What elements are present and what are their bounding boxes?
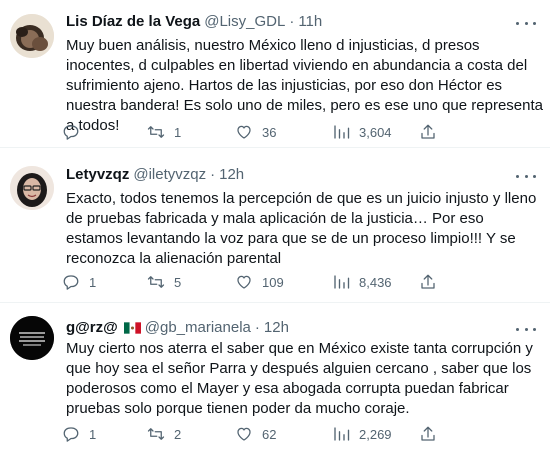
like-icon [237,125,251,139]
share-icon [421,124,435,139]
more-icon[interactable] [516,171,536,181]
avatar[interactable] [10,316,54,360]
share-button[interactable] [419,424,437,444]
like-count: 36 [262,124,277,140]
timestamp[interactable]: 12h [264,318,289,338]
avatar[interactable] [10,14,54,58]
retweet-icon [147,126,165,138]
mexico-flag-icon [123,322,141,334]
timestamp[interactable]: 12h [219,165,244,185]
retweet-button[interactable]: 5 [147,272,181,292]
tweet[interactable]: Lis Díaz de la Vega @Lisy_GDL · 11h Muy … [0,0,550,148]
reply-count: 1 [89,274,97,290]
tweet-text: Muy cierto nos aterra el saber que en Mé… [66,340,533,417]
like-button[interactable]: 62 [235,424,276,444]
like-count: 62 [262,426,277,442]
views-icon [334,125,350,139]
tweet-text: Muy buen análisis, nuestro México lleno … [66,37,543,134]
separator-dot: · [210,166,216,183]
retweet-count: 2 [174,426,182,442]
reply-button[interactable] [62,122,89,142]
tweet-text: Exacto, todos tenemos la percepción de q… [66,190,537,267]
reply-button[interactable]: 1 [62,272,96,292]
tweet[interactable]: g@rz@ @gb_marianela · 12h Muy cierto nos… [0,303,550,451]
retweet-button[interactable]: 1 [147,122,181,142]
reply-icon [63,427,79,442]
views-button[interactable]: 3,604 [332,122,392,142]
views-count: 3,604 [359,124,392,140]
views-button[interactable]: 2,269 [332,424,392,444]
share-icon [421,426,435,441]
separator-dot: · [254,319,260,336]
tweet-actions: 1 2 62 2,269 [62,424,482,444]
like-button[interactable]: 36 [235,122,276,142]
reply-count: 1 [89,426,97,442]
tweet[interactable]: Letyvzqz @iletyvzqz · 12h Exacto, todos … [0,148,550,303]
views-icon [334,427,350,441]
timestamp[interactable]: 11h [298,12,322,32]
more-icon[interactable] [516,18,536,28]
views-count: 8,436 [359,274,392,290]
share-button[interactable] [419,272,437,292]
author-handle[interactable]: @Lisy_GDL [204,12,285,32]
author-name[interactable]: g@rz@ [66,318,118,338]
like-button[interactable]: 109 [235,272,284,292]
like-icon [237,275,251,289]
like-icon [237,427,251,441]
share-button[interactable] [419,122,437,142]
reply-icon [63,275,79,290]
views-icon [334,275,350,289]
author-handle[interactable]: @iletyvzqz [133,165,206,185]
views-count: 2,269 [359,426,392,442]
share-icon [421,274,435,289]
separator-dot: · [289,13,295,30]
avatar[interactable] [10,166,54,210]
more-icon[interactable] [516,324,536,334]
retweet-icon [147,276,165,288]
author-handle[interactable]: @gb_marianela [145,318,251,338]
views-button[interactable]: 8,436 [332,272,392,292]
retweet-button[interactable]: 2 [147,424,181,444]
retweet-icon [147,428,165,440]
reply-button[interactable]: 1 [62,424,96,444]
retweet-count: 5 [174,274,182,290]
author-name[interactable]: Lis Díaz de la Vega [66,12,200,32]
like-count: 109 [262,274,284,290]
reply-icon [63,125,79,140]
tweet-actions: 1 36 3,604 [62,122,482,142]
author-name[interactable]: Letyvzqz [66,165,129,185]
retweet-count: 1 [174,124,182,140]
tweet-actions: 1 5 109 8,436 [62,272,482,292]
